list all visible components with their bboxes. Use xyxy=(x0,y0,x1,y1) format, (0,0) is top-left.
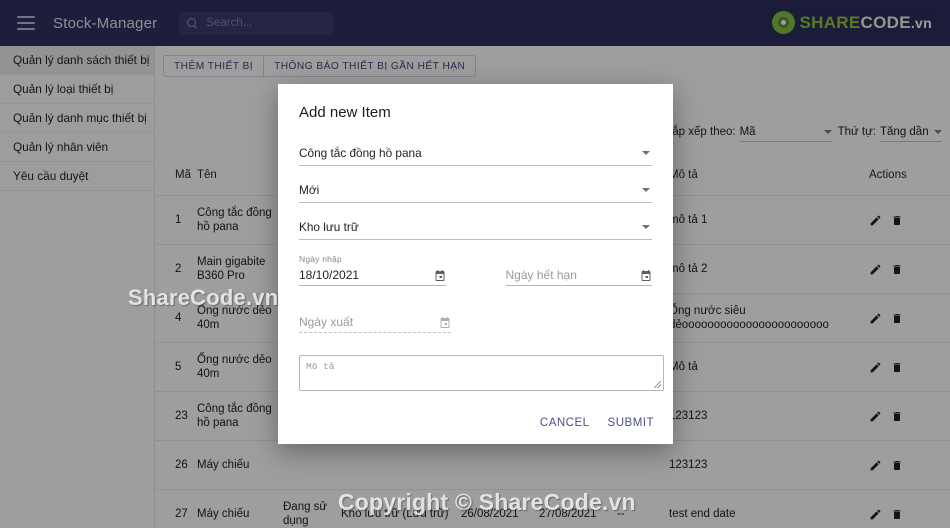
device-select-value: Công tắc đồng hồ pana xyxy=(299,146,422,160)
date-expire-spacer xyxy=(506,254,653,265)
date-in-value: 18/10/2021 xyxy=(299,268,360,282)
date-out-field: Ngày xuất xyxy=(299,312,451,333)
date-in-label: Ngày nhập xyxy=(299,254,342,264)
date-in-input[interactable]: 18/10/2021 xyxy=(299,265,446,286)
date-out-placeholder: Ngày xuất xyxy=(299,315,354,329)
warehouse-select-value: Kho lưu trữ xyxy=(299,220,359,234)
chevron-down-icon xyxy=(642,225,650,229)
date-expire-placeholder: Ngày hết hạn xyxy=(505,268,577,282)
calendar-icon[interactable] xyxy=(640,269,652,282)
date-out-input[interactable]: Ngày xuất xyxy=(299,312,451,333)
description-textarea[interactable]: Mô tả xyxy=(299,355,664,391)
date-expire-field: Ngày hết hạn xyxy=(505,254,653,286)
submit-button[interactable]: SUBMIT xyxy=(606,413,656,433)
app-root: Stock-Manager Search... SHARECODE.vn Quả… xyxy=(0,0,950,528)
description-placeholder: Mô tả xyxy=(306,361,335,372)
dialog-title: Add new Item xyxy=(299,104,391,121)
date-in-field: Ngày nhập 18/10/2021 xyxy=(299,254,446,286)
date-row-2: Ngày xuất xyxy=(299,312,652,333)
dialog-actions: CANCEL SUBMIT xyxy=(538,413,656,433)
chevron-down-icon xyxy=(642,151,650,155)
calendar-icon xyxy=(439,316,451,329)
status-select-value: Mới xyxy=(299,183,320,197)
device-select[interactable]: Công tắc đồng hồ pana xyxy=(299,141,652,166)
cancel-button[interactable]: CANCEL xyxy=(538,413,592,433)
calendar-icon[interactable] xyxy=(434,269,446,282)
date-row-1: Ngày nhập 18/10/2021 Ngày hết hạn xyxy=(299,254,652,286)
status-select[interactable]: Mới xyxy=(299,178,652,203)
warehouse-select[interactable]: Kho lưu trữ xyxy=(299,215,652,240)
date-expire-input[interactable]: Ngày hết hạn xyxy=(505,265,652,286)
chevron-down-icon xyxy=(642,188,650,192)
add-item-dialog: Add new Item Công tắc đồng hồ pana Mới K… xyxy=(278,84,673,444)
